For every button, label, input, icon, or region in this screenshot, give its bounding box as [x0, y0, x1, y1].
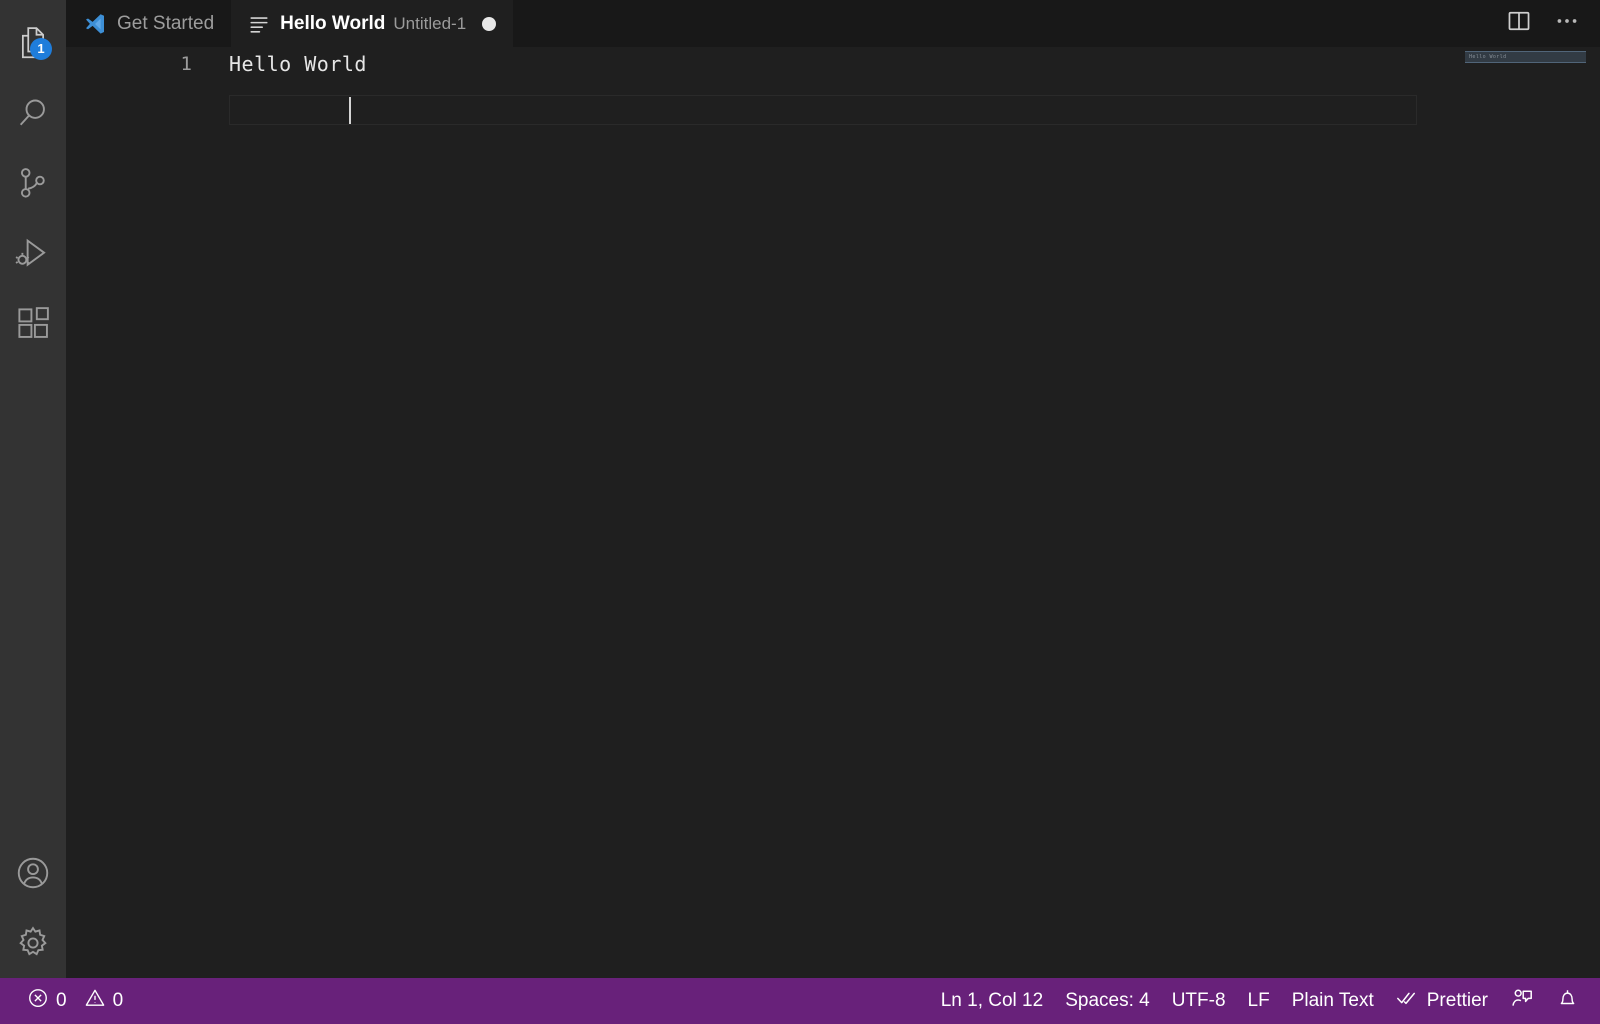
- account-icon: [14, 854, 52, 892]
- split-editor-icon: [1506, 8, 1532, 39]
- warning-count: 0: [113, 990, 124, 1012]
- editor-group: Get Started Hello World Untitled-1: [66, 0, 1600, 978]
- sidebar-item-explorer[interactable]: 1: [0, 8, 66, 78]
- editor-position-label: Ln 1, Col 12: [941, 990, 1043, 1012]
- gear-icon: [14, 924, 52, 962]
- encoding-label: UTF-8: [1172, 990, 1226, 1012]
- more-actions-button[interactable]: [1552, 9, 1582, 39]
- status-notifications[interactable]: [1545, 978, 1590, 1024]
- bell-icon: [1556, 987, 1579, 1016]
- status-editor-encoding[interactable]: UTF-8: [1161, 978, 1237, 1024]
- status-send-feedback[interactable]: [1499, 978, 1545, 1024]
- status-editor-position[interactable]: Ln 1, Col 12: [930, 978, 1054, 1024]
- warning-triangle-icon: [84, 987, 106, 1015]
- status-prettier[interactable]: Prettier: [1385, 978, 1499, 1024]
- feedback-person-icon: [1510, 986, 1534, 1016]
- status-bar-right: Ln 1, Col 12 Spaces: 4 UTF-8 LF Plain Te…: [930, 978, 1600, 1024]
- tab-get-started[interactable]: Get Started: [66, 0, 231, 47]
- double-check-icon: [1396, 988, 1420, 1014]
- workbench-main: 1: [0, 0, 1600, 978]
- editor-text-area[interactable]: 1 Hello World Hello World: [66, 47, 1600, 978]
- tab-hello-world[interactable]: Hello World Untitled-1: [231, 0, 513, 47]
- indentation-label: Spaces: 4: [1065, 990, 1150, 1012]
- split-editor-button[interactable]: [1504, 9, 1534, 39]
- status-editor-indentation[interactable]: Spaces: 4: [1054, 978, 1161, 1024]
- plain-text-file-icon: [248, 13, 270, 35]
- vscode-window: 1: [0, 0, 1600, 1024]
- line-number: 1: [132, 53, 192, 75]
- run-and-debug-icon: [14, 234, 52, 272]
- explorer-badge: 1: [30, 38, 52, 60]
- error-count: 0: [56, 990, 67, 1012]
- status-bar-left: 0 0: [0, 978, 134, 1024]
- overview-ruler[interactable]: [1586, 47, 1600, 978]
- ellipsis-icon: [1554, 8, 1580, 39]
- vscode-logo-icon: [83, 12, 107, 36]
- minimap-slider[interactable]: [1465, 51, 1586, 63]
- tab-list: Get Started Hello World Untitled-1: [66, 0, 513, 47]
- search-icon: [14, 94, 52, 132]
- tab-description: Untitled-1: [393, 14, 466, 34]
- eol-label: LF: [1248, 990, 1270, 1012]
- minimap[interactable]: Hello World: [1465, 47, 1586, 978]
- manage-settings-button[interactable]: [0, 908, 66, 978]
- editor-actions: [1504, 0, 1600, 47]
- activity-bar: 1: [0, 0, 66, 978]
- status-bar: 0 0 Ln 1, Col 12 Spaces: 4 UTF-8: [0, 978, 1600, 1024]
- source-control-icon: [14, 164, 52, 202]
- extensions-icon: [14, 304, 52, 342]
- tab-label: Hello World: [280, 13, 385, 35]
- language-label: Plain Text: [1292, 990, 1374, 1012]
- status-editor-language[interactable]: Plain Text: [1281, 978, 1385, 1024]
- code-line: 1 Hello World: [66, 49, 1600, 79]
- sidebar-item-run-and-debug[interactable]: [0, 218, 66, 288]
- status-problems[interactable]: 0 0: [16, 978, 134, 1024]
- tab-label: Get Started: [117, 13, 214, 35]
- tab-dirty-indicator[interactable]: [482, 17, 496, 31]
- code-lines: 1 Hello World: [66, 47, 1600, 978]
- editor-tab-bar: Get Started Hello World Untitled-1: [66, 0, 1600, 47]
- prettier-label: Prettier: [1427, 990, 1488, 1012]
- sidebar-item-source-control[interactable]: [0, 148, 66, 218]
- line-content: Hello World: [229, 52, 367, 76]
- sidebar-item-search[interactable]: [0, 78, 66, 148]
- text-cursor: [349, 97, 351, 124]
- error-circle-icon: [27, 987, 49, 1015]
- status-editor-eol[interactable]: LF: [1237, 978, 1281, 1024]
- accounts-button[interactable]: [0, 838, 66, 908]
- sidebar-item-extensions[interactable]: [0, 288, 66, 358]
